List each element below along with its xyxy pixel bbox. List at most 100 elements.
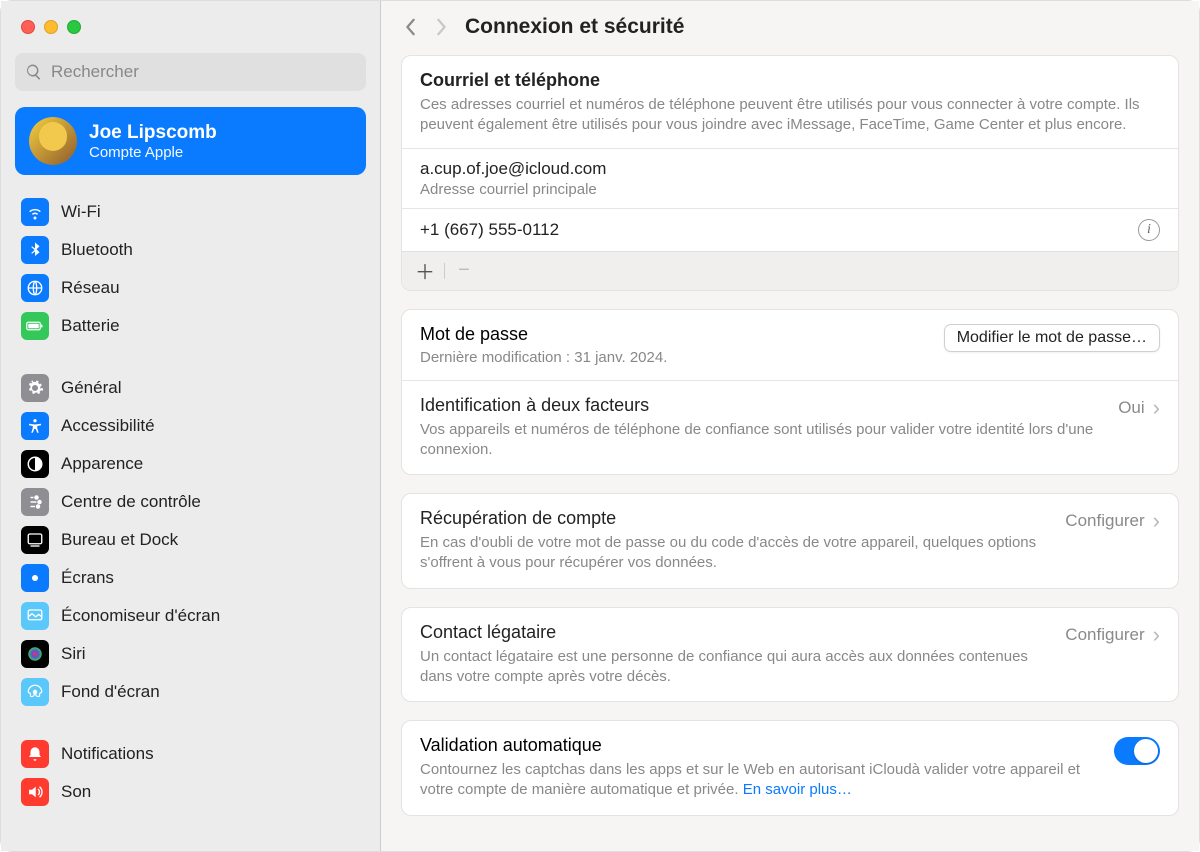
appearance-icon [21,450,49,478]
chevron-right-icon: › [1153,510,1160,532]
sidebar-item-label: Wi-Fi [61,202,101,222]
sidebar-item-controlcenter[interactable]: Centre de contrôle [15,483,366,521]
account-card[interactable]: Joe Lipscomb Compte Apple [15,107,366,175]
twofa-row[interactable]: Identification à deux facteurs Vos appar… [402,381,1178,475]
sidebar-item-notifications[interactable]: Notifications [15,735,366,773]
sound-icon [21,778,49,806]
sidebar-item-label: Bluetooth [61,240,133,260]
screensaver-icon [21,602,49,630]
window-controls [1,1,380,53]
avatar [29,117,77,165]
auto-validation-card: Validation automatique Contournez les ca… [401,720,1179,816]
maximize-window-button[interactable] [67,20,81,34]
password-title: Mot de passe [420,324,667,345]
email-row[interactable]: a.cup.of.joe@icloud.com Adresse courriel… [402,149,1178,208]
list-footer: ＋ − [402,251,1178,290]
search-icon [25,63,43,81]
sidebar-item-label: Réseau [61,278,120,298]
sidebar-item-siri[interactable]: Siri [15,635,366,673]
change-password-button[interactable]: Modifier le mot de passe… [944,324,1160,352]
email-subtitle: Adresse courriel principale [420,181,606,198]
phone-row[interactable]: +1 (667) 555-0112 i [402,209,1178,251]
sidebar-item-screensaver[interactable]: Économiseur d'écran [15,597,366,635]
recovery-action: Configurer [1065,511,1144,531]
legacy-row[interactable]: Contact légataire Un contact légataire e… [402,608,1178,702]
account-subtitle: Compte Apple [89,144,217,161]
content-pane: Connexion et sécurité Courriel et téléph… [381,1,1199,851]
twofa-status: Oui [1118,398,1144,418]
header-bar: Connexion et sécurité [381,1,1199,53]
email-value: a.cup.of.joe@icloud.com [420,159,606,179]
twofa-title: Identification à deux facteurs [420,395,1104,416]
remove-button: − [451,258,477,284]
legacy-action: Configurer [1065,625,1144,645]
sidebar-item-wallpaper[interactable]: Fond d'écran [15,673,366,711]
sidebar-item-label: Apparence [61,454,143,474]
notifications-icon [21,740,49,768]
sidebar-item-label: Écrans [61,568,114,588]
sidebar-item-label: Siri [61,644,86,664]
recovery-title: Récupération de compte [420,508,1051,529]
sidebar-item-label: Bureau et Dock [61,530,178,550]
sidebar-item-accessibility[interactable]: Accessibilité [15,407,366,445]
chevron-right-icon: › [1153,624,1160,646]
legacy-description: Un contact légataire est une personne de… [420,647,1051,688]
recovery-row[interactable]: Récupération de compte En cas d'oubli de… [402,494,1178,588]
sidebar-item-label: Batterie [61,316,120,336]
phone-value: +1 (667) 555-0112 [420,220,559,240]
email-phone-card: Courriel et téléphone Ces adresses courr… [401,55,1179,291]
learn-more-link[interactable]: En savoir plus… [743,781,852,798]
sidebar-item-label: Fond d'écran [61,682,160,702]
displays-icon [21,564,49,592]
sidebar-item-bluetooth[interactable]: Bluetooth [15,231,366,269]
network-icon [21,274,49,302]
minimize-window-button[interactable] [44,20,58,34]
wallpaper-icon [21,678,49,706]
recovery-description: En cas d'oubli de votre mot de passe ou … [420,533,1051,574]
sidebar-item-label: Général [61,378,121,398]
sidebar-item-sound[interactable]: Son [15,773,366,811]
desktop-icon [21,526,49,554]
sidebar: Rechercher Joe Lipscomb Compte Apple Wi-… [1,1,381,851]
legacy-card: Contact légataire Un contact légataire e… [401,607,1179,703]
page-title: Connexion et sécurité [465,15,684,39]
sidebar-item-label: Accessibilité [61,416,155,436]
password-card: Mot de passe Dernière modification : 31 … [401,309,1179,476]
email-section-title: Courriel et téléphone [420,70,1160,91]
password-modified: Dernière modification : 31 janv. 2024. [420,349,667,366]
back-button[interactable] [405,18,417,36]
sidebar-item-label: Notifications [61,744,154,764]
sidebar-item-general[interactable]: Général [15,369,366,407]
controlcenter-icon [21,488,49,516]
auto-title: Validation automatique [420,735,1100,756]
recovery-card: Récupération de compte En cas d'oubli de… [401,493,1179,589]
twofa-description: Vos appareils et numéros de téléphone de… [420,420,1104,461]
sidebar-item-label: Centre de contrôle [61,492,201,512]
wifi-icon [21,198,49,226]
add-button[interactable]: ＋ [412,258,438,284]
search-input[interactable]: Rechercher [15,53,366,91]
sidebar-nav: Wi-Fi Bluetooth Réseau Batterie Général Acce… [1,181,380,851]
search-placeholder: Rechercher [51,62,139,82]
forward-button [435,18,447,36]
sidebar-item-label: Son [61,782,91,802]
sidebar-item-appearance[interactable]: Apparence [15,445,366,483]
general-icon [21,374,49,402]
sidebar-item-wifi[interactable]: Wi-Fi [15,193,366,231]
sidebar-item-battery[interactable]: Batterie [15,307,366,345]
sidebar-item-network[interactable]: Réseau [15,269,366,307]
email-section-description: Ces adresses courriel et numéros de télé… [420,95,1160,136]
bluetooth-icon [21,236,49,264]
sidebar-item-displays[interactable]: Écrans [15,559,366,597]
auto-validation-toggle[interactable] [1114,737,1160,765]
battery-icon [21,312,49,340]
close-window-button[interactable] [21,20,35,34]
accessibility-icon [21,412,49,440]
sidebar-item-desktop[interactable]: Bureau et Dock [15,521,366,559]
sidebar-item-label: Économiseur d'écran [61,606,220,626]
legacy-title: Contact légataire [420,622,1051,643]
account-name: Joe Lipscomb [89,122,217,144]
info-icon[interactable]: i [1138,219,1160,241]
chevron-right-icon: › [1153,397,1160,419]
siri-icon [21,640,49,668]
